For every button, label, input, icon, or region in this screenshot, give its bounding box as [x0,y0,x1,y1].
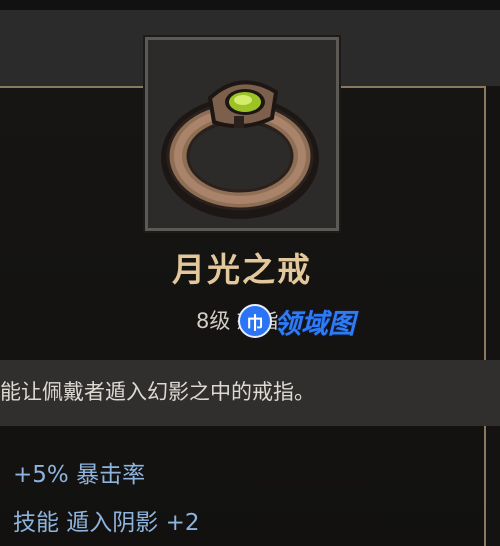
watermark-badge-icon: 巾 [238,304,272,338]
stat-skill-bonus: 技能 遁入阴影 +2 [13,510,200,536]
watermark-text: 领域图 [274,308,355,340]
stat-crit-rate: +5% 暴击率 [13,462,146,488]
header-edge [0,0,500,10]
watermark: 巾 领域图 [238,301,355,341]
item-name: 月光之戒 [172,250,312,289]
item-icon-frame[interactable] [143,35,341,233]
item-level: 8级 [196,309,231,333]
ring-icon [161,80,319,219]
item-tooltip-screen: 月光之戒 8级 戒指 巾 领域图 能让佩戴者遁入幻影之中的戒指。 +5% 暴击率… [0,0,500,546]
item-description: 能让佩戴者遁入幻影之中的戒指。 [0,380,315,404]
